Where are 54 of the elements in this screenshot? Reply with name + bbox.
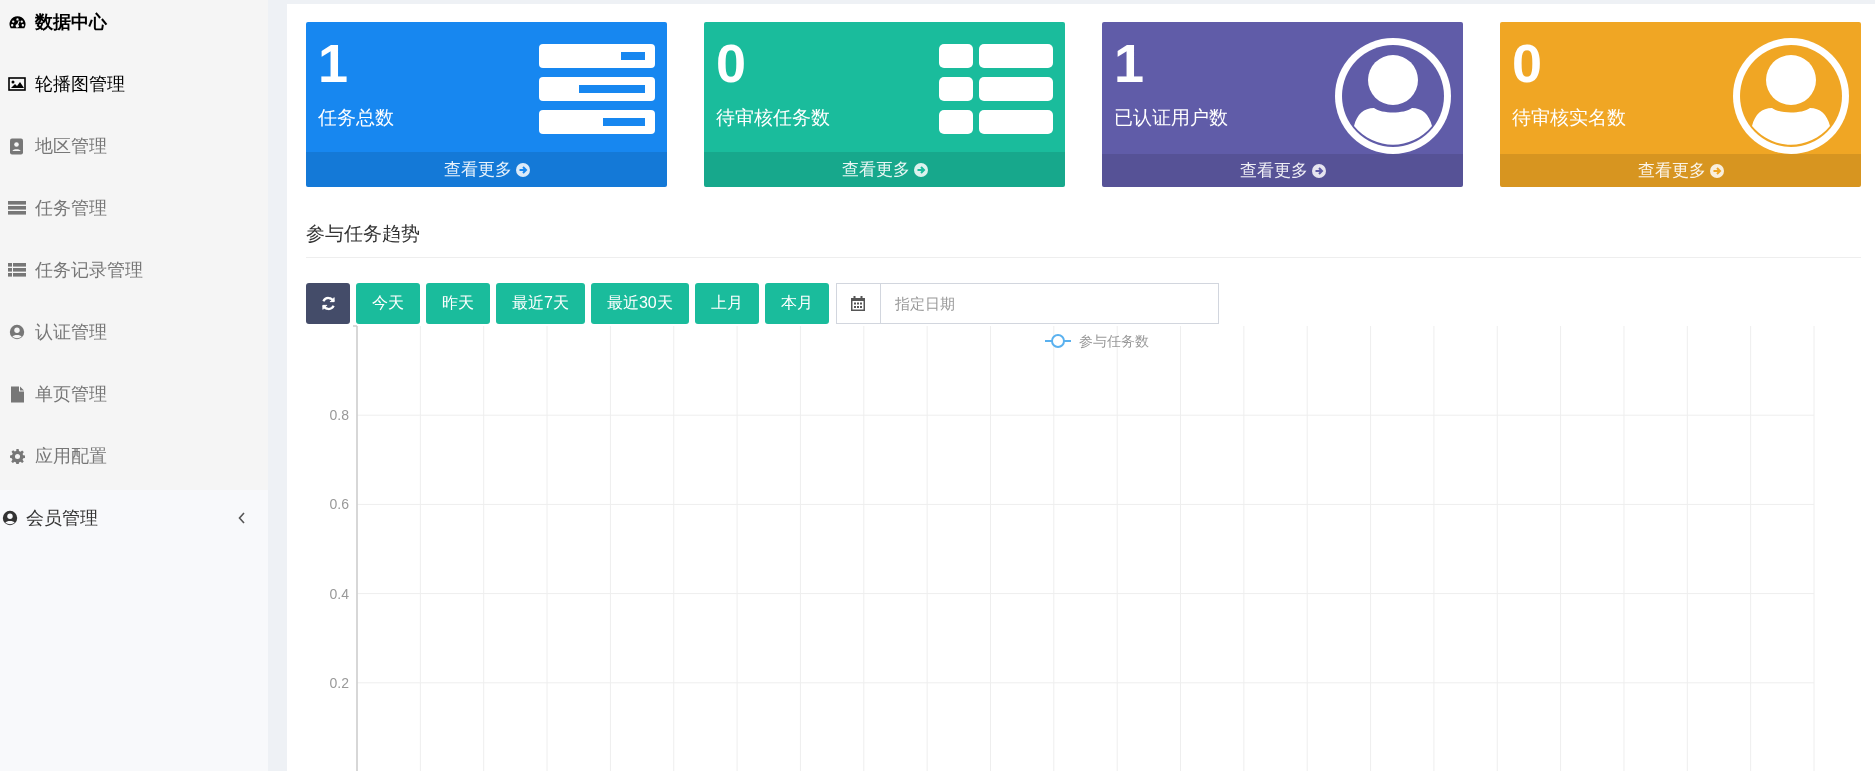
user-icon [1335, 38, 1451, 154]
y-tick-label: 0.6 [329, 495, 349, 512]
sidebar-item[interactable]: 任务记录管理 [0, 239, 268, 301]
filter-button[interactable]: 最近7天 [496, 282, 585, 324]
server-icon [539, 44, 655, 134]
stat-label: 待审核实名数 [1512, 106, 1626, 130]
file-icon [8, 385, 26, 403]
legend-label: 参与任务数 [1079, 332, 1149, 349]
refresh-button[interactable] [306, 282, 350, 324]
sidebar-item[interactable]: 轮播图管理 [0, 53, 268, 115]
server-icon [8, 201, 26, 215]
y-tick-label: 0.8 [329, 406, 349, 423]
stat-label: 任务总数 [318, 106, 394, 130]
address-book-icon [8, 137, 26, 155]
filter-button[interactable]: 最近30天 [590, 282, 689, 324]
gear-icon [8, 448, 26, 464]
more-link[interactable]: 查看更多 [1500, 154, 1861, 187]
y-tick-label: 0.2 [329, 674, 349, 691]
stat-value: 1 [1114, 36, 1146, 90]
gauge-icon [8, 14, 26, 30]
arrow-right-icon [913, 162, 928, 177]
arrow-right-icon [515, 162, 530, 177]
date-field[interactable]: 指定日期 [880, 282, 1219, 324]
sidebar-item[interactable]: 单页管理 [0, 363, 268, 425]
sidebar-group-item[interactable]: 会员管理 [0, 490, 268, 546]
stat-label: 已认证用户数 [1114, 106, 1228, 130]
user-icon [8, 324, 26, 340]
filter-button[interactable]: 本月 [764, 282, 829, 324]
list-icon [939, 44, 1053, 134]
user-icon [1733, 38, 1849, 154]
sidebar-item[interactable]: 地区管理 [0, 115, 268, 177]
picture-icon [8, 77, 26, 91]
sidebar-item[interactable]: 认证管理 [0, 301, 268, 363]
stat-value: 0 [1512, 36, 1544, 90]
filter-button[interactable]: 昨天 [426, 282, 490, 324]
calendar-icon [835, 282, 881, 324]
stat-value: 0 [716, 36, 748, 90]
sidebar-item[interactable]: 应用配置 [0, 425, 268, 487]
stat-value: 1 [318, 36, 350, 90]
list-icon [8, 263, 26, 277]
filter-button[interactable]: 上月 [694, 282, 759, 324]
chevron-left-icon [238, 512, 246, 524]
more-link[interactable]: 查看更多 [704, 152, 1065, 187]
arrow-right-icon [1709, 163, 1724, 178]
arrow-right-icon [1311, 163, 1326, 178]
sidebar-item[interactable]: 任务管理 [0, 177, 268, 239]
more-link[interactable]: 查看更多 [1102, 154, 1463, 187]
section-title: 参与任务趋势 [306, 222, 421, 246]
refresh-icon [320, 295, 336, 311]
filter-button[interactable]: 今天 [356, 282, 420, 324]
more-link[interactable]: 查看更多 [306, 152, 667, 187]
sidebar-item[interactable]: 数据中心 [0, 0, 268, 53]
y-tick-label: 0.4 [329, 585, 349, 602]
stat-label: 待审核任务数 [716, 106, 830, 130]
